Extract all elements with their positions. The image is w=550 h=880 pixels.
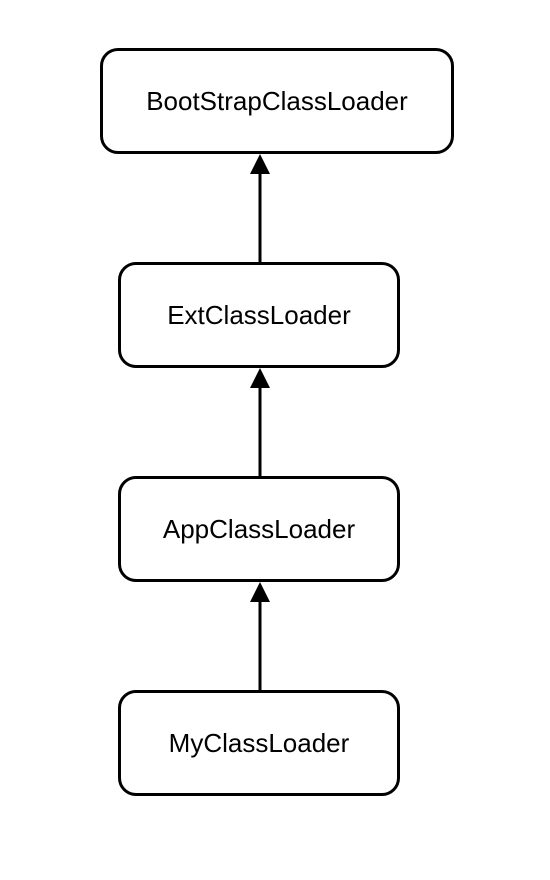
- node-bootstrap-classloader: BootStrapClassLoader: [100, 48, 454, 154]
- node-label: ExtClassLoader: [167, 300, 351, 331]
- classloader-hierarchy-diagram: BootStrapClassLoader ExtClassLoader AppC…: [0, 0, 550, 880]
- arrow-app-to-ext: [245, 368, 275, 476]
- arrow-ext-to-bootstrap: [245, 154, 275, 262]
- node-ext-classloader: ExtClassLoader: [118, 262, 400, 368]
- node-label: BootStrapClassLoader: [146, 86, 408, 117]
- arrow-my-to-app: [245, 582, 275, 690]
- node-my-classloader: MyClassLoader: [118, 690, 400, 796]
- node-app-classloader: AppClassLoader: [118, 476, 400, 582]
- node-label: AppClassLoader: [163, 514, 355, 545]
- node-label: MyClassLoader: [169, 728, 350, 759]
